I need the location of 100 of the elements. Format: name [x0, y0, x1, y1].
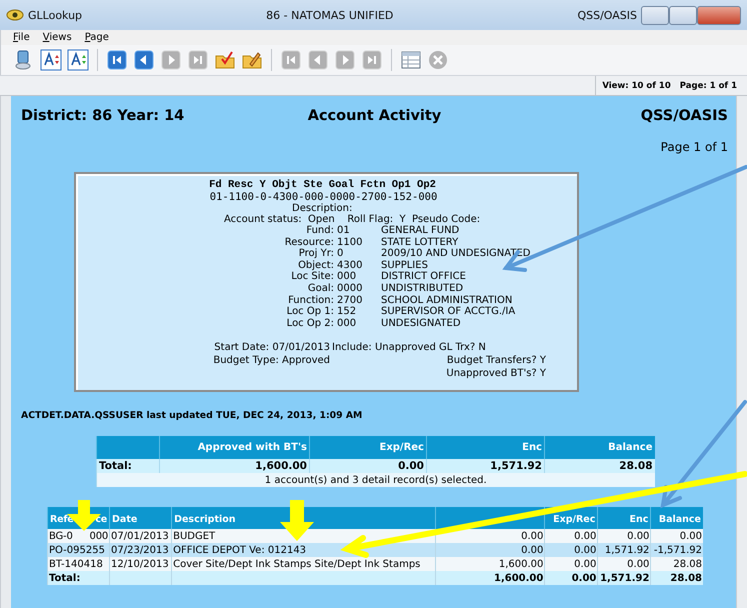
total-cell: 0.00 — [544, 571, 598, 585]
field-value: 2009/10 AND UNDESIGNATED — [381, 248, 532, 260]
field-value: SUPERVISOR OF ACCTG./IA — [381, 306, 516, 318]
field-value: GENERAL FUND — [381, 225, 460, 237]
account-segment-header: Fd Resc Y Objt Ste Goal Fctn Op1 Op2 — [209, 179, 436, 191]
table-cell: OFFICE DEPOT Ve: 012143 — [172, 543, 436, 557]
scrollbar[interactable] — [736, 96, 747, 608]
field-value: DISTRICT OFFICE — [381, 271, 467, 283]
field-label: Fund: — [305, 225, 335, 237]
field-value: STATE LOTTERY — [381, 236, 460, 248]
menu-item[interactable]: File — [13, 32, 30, 43]
column-header: Description — [172, 507, 436, 529]
field-code: 1100 — [337, 236, 364, 248]
column-header: Exp/Rec — [310, 436, 426, 459]
folder-check-icon[interactable] — [214, 49, 236, 71]
page-number: Page 1 of 1 — [660, 140, 728, 154]
budget-type: Budget Type: Approved — [213, 354, 331, 368]
total-cell: 1,571.92 — [426, 459, 544, 473]
field-code: 2700 — [337, 294, 364, 306]
unapproved-option: Unapproved BT's? Y — [446, 367, 586, 380]
maximize-button[interactable] — [669, 6, 697, 24]
column-header: Enc — [598, 507, 651, 529]
view-count: View: 10 of 10 — [602, 80, 671, 90]
font-decrease-icon[interactable] — [67, 49, 89, 71]
field-code: 152 — [337, 306, 358, 318]
column-header: ce — [95, 514, 108, 525]
table-cell: 12/10/2013 — [110, 557, 172, 571]
table-cell: -1,571.92 — [650, 543, 703, 557]
start-date: Start Date: 07/01/2013 — [214, 341, 331, 354]
column-header: Balance — [650, 507, 703, 529]
table-cell: BT-140418 — [48, 557, 110, 571]
field-label: Function: — [287, 294, 335, 306]
table-cell: 0.00 — [598, 529, 651, 543]
include-option: Include: Unapproved GL Trx? N — [332, 341, 586, 354]
table-cell: 07/23/2013 — [110, 543, 172, 557]
eye-logo-icon — [6, 9, 24, 21]
selection-summary: 1 account(s) and 3 detail record(s) selected. — [96, 473, 654, 487]
table-cell: 000 — [90, 530, 108, 542]
field-label: Loc Op 2: — [286, 318, 335, 330]
column-header: Refe — [50, 514, 74, 525]
table-cell: 0.00 — [436, 543, 545, 557]
field-code: 4300 — [337, 260, 364, 272]
total-label: Total: — [48, 571, 110, 585]
page-count: Page: 1 of 1 — [680, 80, 737, 90]
field-label: Object: — [297, 260, 335, 271]
field-code: 01 — [337, 225, 351, 237]
table-cell: 1,600.00 — [436, 557, 545, 571]
annotation-arrow — [280, 500, 314, 541]
table-cell: Cover Site/Dept Ink Stamps Site/Dept Ink Stamps — [172, 557, 436, 571]
menu-item[interactable]: Views — [42, 32, 72, 43]
column-header: Approved with BT's — [160, 436, 310, 459]
table-cell: 07/01/2013 — [110, 529, 172, 543]
column-header: Enc — [426, 436, 544, 459]
table-cell: 0.00 — [544, 529, 598, 543]
total-cell: 28.08 — [650, 571, 703, 585]
window-title-right: QSS/OASIS — [577, 8, 637, 22]
field-value: SUPPLIES — [381, 260, 429, 272]
district-year: District: 86 Year: 14 — [21, 108, 186, 124]
previous-icon[interactable] — [133, 49, 155, 71]
table-cell: 0.00 — [544, 557, 598, 571]
field-code: 0 — [337, 248, 344, 260]
font-increase-icon[interactable] — [40, 49, 62, 71]
table-cell: 0.00 — [650, 529, 703, 543]
minimize-button[interactable] — [641, 6, 669, 24]
account-status: Account status: Open Roll Flag: Y Pseudo Code: — [224, 214, 480, 225]
table-cell: 28.08 — [650, 557, 703, 571]
skip-first-icon[interactable] — [106, 49, 128, 71]
field-value: UNDESIGNATED — [381, 318, 462, 330]
table-cell: 1,571.92 — [598, 543, 651, 557]
field-code: 0000 — [337, 282, 364, 295]
table-cell: PO-095255 — [48, 543, 110, 557]
table-icon[interactable] — [400, 49, 422, 71]
total-cell: 28.08 — [544, 459, 654, 473]
window-subtitle: 86 - NATOMAS UNIFIED — [265, 8, 394, 22]
close-button[interactable] — [697, 6, 741, 24]
system-name: QSS/OASIS — [640, 108, 728, 124]
field-label: Loc Op 1: — [286, 306, 335, 318]
table-cell: 0.00 — [544, 543, 598, 557]
field-code: 000 — [337, 271, 358, 283]
field-label: Proj Yr: — [298, 248, 335, 260]
table-cell: 0.00 — [598, 557, 651, 571]
field-value: SCHOOL ADMINISTRATION — [381, 294, 514, 306]
menu-item[interactable]: Page — [84, 32, 109, 43]
report-title: Account Activity — [308, 108, 442, 124]
field-label: Resource: — [284, 236, 335, 248]
field-label: Loc Site: — [290, 271, 335, 283]
window-title: GLLookup — [28, 8, 82, 22]
column-header: Balance — [544, 436, 654, 459]
column-header: Date — [110, 507, 172, 529]
total-cell: 1,600.00 — [436, 571, 545, 585]
field-code: 000 — [337, 318, 358, 330]
field-label: Goal: — [306, 282, 335, 295]
field-value: UNDISTRIBUTED — [381, 282, 464, 295]
table-cell: 0.00 — [436, 529, 545, 543]
total-cell: Total: — [96, 459, 160, 473]
total-cell: 1,600.00 — [160, 459, 310, 473]
table-cell: BG-0 — [49, 530, 73, 542]
account-code: 01-1100-0-4300-000-0000-2700-152-000 — [210, 191, 438, 203]
description-label: Description: — [292, 203, 352, 214]
last-updated: ACTDET.DATA.QSSUSER last updated TUE, DEC 24, 2013, 1:09 AM — [21, 410, 364, 421]
